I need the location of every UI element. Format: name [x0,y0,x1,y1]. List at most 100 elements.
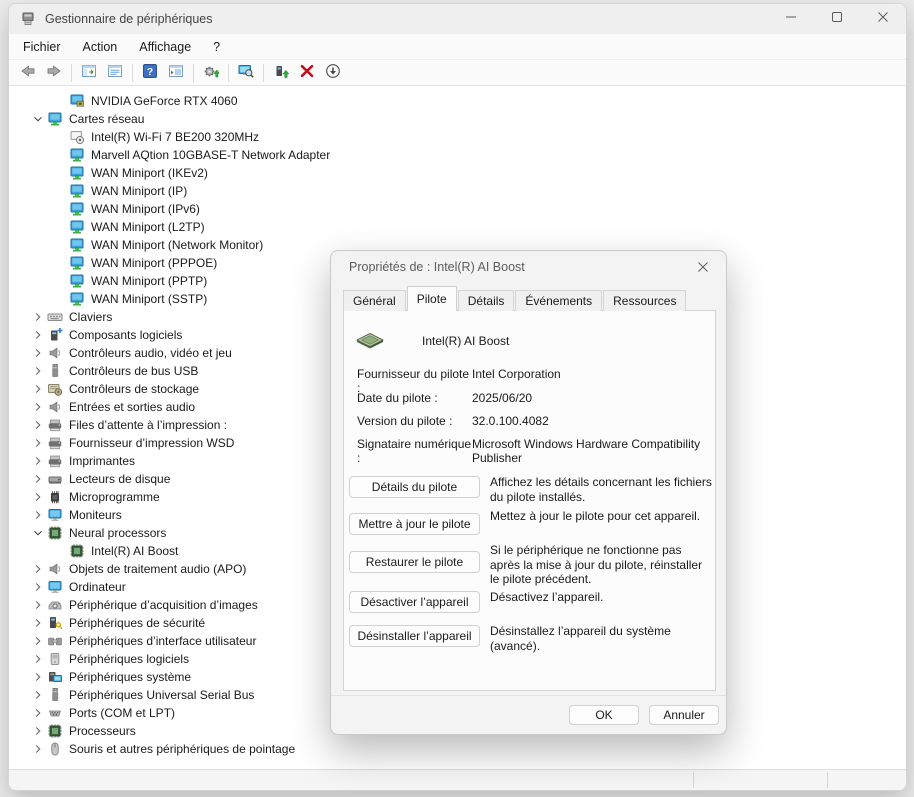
uninstall-device-button[interactable] [294,62,320,84]
menu-affichage[interactable]: Affichage [129,36,201,58]
chevron-right-icon[interactable] [29,597,47,613]
chevron-right-icon[interactable] [29,723,47,739]
tab-pilote[interactable]: Pilote [407,286,457,311]
chevron-right-icon[interactable] [29,651,47,667]
window-controls [768,4,906,34]
title-bar[interactable]: Gestionnaire de périphériques [9,4,906,34]
chevron-down-icon[interactable] [29,525,47,541]
tree-item-label: NVIDIA GeForce RTX 4060 [89,94,240,108]
disable-device-button[interactable] [320,62,346,84]
chevron-right-icon[interactable] [29,417,47,433]
audio-controller-icon [47,399,63,415]
chevron-right-icon[interactable] [29,453,47,469]
tree-item-label: Périphériques Universal Serial Bus [67,688,256,702]
usb-controller-icon [47,687,63,703]
tree-item-label: Objets de traitement audio (APO) [67,562,248,576]
chevron-right-icon[interactable] [29,633,47,649]
processor-chip-icon [47,525,63,541]
maximize-button[interactable] [814,4,860,34]
dialog-separator [331,695,726,696]
tree-item[interactable]: WAN Miniport (L2TP) [9,218,906,236]
chevron-right-icon[interactable] [29,615,47,631]
hid-device-icon [47,633,63,649]
chevron-right-icon[interactable] [29,507,47,523]
enable-device-button[interactable] [268,62,294,84]
chevron-right-icon[interactable] [29,579,47,595]
action-pane-button[interactable] [163,62,189,84]
tree-item[interactable]: Cartes réseau [9,110,906,128]
properties-dialog: Propriétés de : Intel(R) AI Boost Généra… [330,250,727,735]
tree-item-label: WAN Miniport (PPPOE) [89,256,219,270]
tree-item-label: WAN Miniport (L2TP) [89,220,207,234]
chevron-right-icon[interactable] [29,705,47,721]
device-chip-icon [354,328,386,355]
tree-item[interactable]: NVIDIA GeForce RTX 4060 [9,92,906,110]
tree-item[interactable]: WAN Miniport (IKEv2) [9,164,906,182]
tab-details[interactable]: Détails [458,290,515,311]
chevron-right-icon[interactable] [29,381,47,397]
network-adapter-icon [69,165,85,181]
chevron-right-icon[interactable] [29,363,47,379]
menu-action[interactable]: Action [73,36,128,58]
cancel-button[interactable]: Annuler [649,705,719,725]
printer-icon [47,435,63,451]
tree-item-label: Claviers [67,310,114,324]
menu-help[interactable]: ? [203,36,230,58]
minimize-button[interactable] [768,4,814,34]
update-driver-button[interactable]: Mettre à jour le pilote [349,513,480,535]
network-adapter-icon [69,219,85,235]
field-value: Intel Corporation [472,367,710,381]
maximize-icon [831,10,843,28]
help-button[interactable]: ? [137,62,163,84]
disable-device-button[interactable]: Désactiver l’appareil [349,591,480,613]
tree-item-label: WAN Miniport (IPv6) [89,202,202,216]
scan-hardware-button[interactable] [233,62,259,84]
tab-evenements[interactable]: Événements [515,290,602,311]
processor-chip-icon [47,723,63,739]
chevron-right-icon[interactable] [29,489,47,505]
show-console-tree-button[interactable] [76,62,102,84]
action-description: Si le périphérique ne fonctionne pas apr… [490,543,712,587]
tree-item[interactable]: Marvell AQtion 10GBASE-T Network Adapter [9,146,906,164]
list-window-icon [168,63,184,84]
tab-ressources[interactable]: Ressources [603,290,686,311]
back-button[interactable] [15,62,41,84]
forward-button[interactable] [41,62,67,84]
menu-fichier[interactable]: Fichier [13,36,71,58]
tree-item-label: Cartes réseau [67,112,146,126]
tree-item[interactable]: WAN Miniport (IP) [9,182,906,200]
update-driver-button[interactable] [198,62,224,84]
chevron-right-icon[interactable] [29,399,47,415]
help-icon: ? [142,63,158,84]
tree-item-label: Composants logiciels [67,328,184,342]
chevron-right-icon[interactable] [29,741,47,757]
roll-back-driver-button[interactable]: Restaurer le pilote [349,551,480,573]
network-adapter-icon [69,255,85,271]
tree-item[interactable]: Intel(R) Wi-Fi 7 BE200 320MHz [9,128,906,146]
ok-button[interactable]: OK [569,705,639,725]
tab-general[interactable]: Général [343,290,406,311]
properties-button[interactable] [102,62,128,84]
tree-item[interactable]: Souris et autres périphériques de pointa… [9,740,906,758]
minimize-icon [785,10,797,28]
properties-window-icon [107,63,123,84]
close-button[interactable] [860,4,906,34]
chevron-right-icon[interactable] [29,471,47,487]
chevron-right-icon[interactable] [29,309,47,325]
chevron-down-icon[interactable] [29,111,47,127]
imaging-device-icon [47,597,63,613]
driver-details-button[interactable]: Détails du pilote [349,476,480,498]
chevron-right-icon[interactable] [29,561,47,577]
chevron-right-icon[interactable] [29,345,47,361]
dialog-close-button[interactable] [692,257,714,279]
software-component-icon [47,327,63,343]
uninstall-device-button[interactable]: Désinstaller l’appareil [349,625,480,647]
system-device-icon [47,669,63,685]
tree-item-label: WAN Miniport (IKEv2) [89,166,210,180]
chevron-right-icon[interactable] [29,669,47,685]
chevron-right-icon[interactable] [29,435,47,451]
chevron-right-icon[interactable] [29,687,47,703]
tree-item[interactable]: WAN Miniport (IPv6) [9,200,906,218]
chevron-right-icon[interactable] [29,327,47,343]
tree-item-label: Entrées et sorties audio [67,400,197,414]
